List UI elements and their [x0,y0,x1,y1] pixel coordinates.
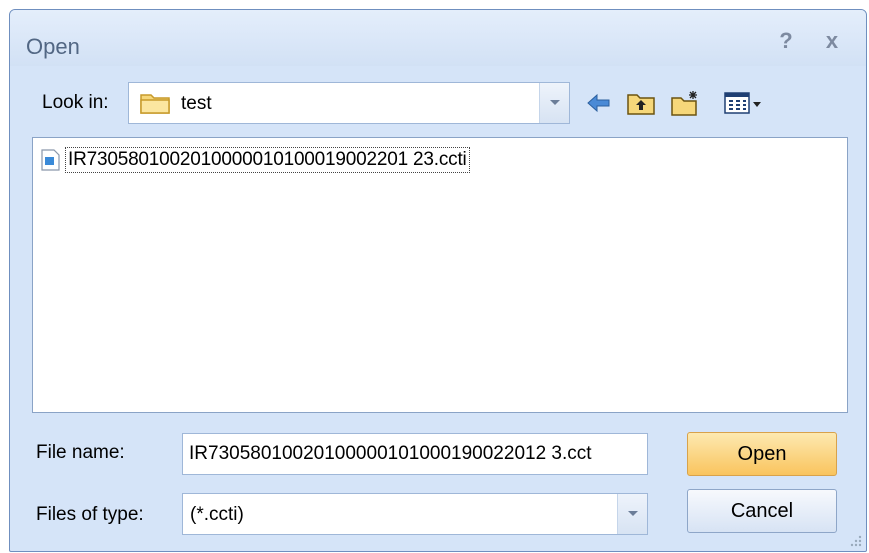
up-folder-icon[interactable] [626,90,656,116]
filetype-label: Files of type: [36,504,144,525]
file-list[interactable]: IR7305801002010000010100019002201 23.cct… [32,137,848,413]
new-folder-icon[interactable] [670,90,700,116]
resize-grip-icon[interactable] [848,533,862,547]
title-bar[interactable]: Open ? x [10,10,866,66]
folder-icon [140,94,170,114]
close-button[interactable]: x [817,28,847,56]
help-button[interactable]: ? [771,28,801,56]
back-arrow-icon[interactable] [584,90,614,116]
file-item-name: IR7305801002010000010100019002201 23.cct… [65,147,470,173]
cancel-button[interactable]: Cancel [687,489,837,533]
lookin-value: test [181,93,212,114]
filename-label: File name: [36,442,125,463]
lookin-combobox[interactable]: test [128,82,570,124]
filetype-combobox[interactable]: (*.ccti) [182,493,648,535]
filetype-dropdown-arrow[interactable] [617,494,647,534]
lookin-dropdown-arrow[interactable] [539,83,569,123]
open-button[interactable]: Open [687,432,837,476]
views-menu-icon[interactable] [723,90,763,116]
filetype-value: (*.ccti) [190,504,244,525]
file-icon [41,149,60,171]
list-item[interactable]: IR7305801002010000010100019002201 23.cct… [39,147,470,173]
open-dialog: Open ? x Look in: test IR730580100201000… [9,9,867,552]
filename-input[interactable] [182,433,648,475]
lookin-label: Look in: [42,92,109,113]
window-title: Open [26,34,80,59]
